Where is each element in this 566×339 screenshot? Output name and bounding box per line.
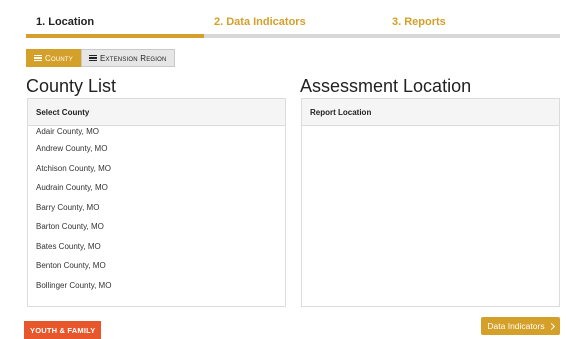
data-indicators-button-label: Data Indicators	[487, 321, 545, 331]
county-toggle-label: County	[45, 53, 73, 63]
county-list-item[interactable]: Adair County, MO	[28, 126, 285, 139]
youth-family-badge[interactable]: YOUTH & FAMILY	[24, 321, 102, 339]
extension-region-toggle-button[interactable]: Extension Region	[80, 49, 175, 67]
county-list-item[interactable]: Andrew County, MO	[28, 139, 285, 159]
select-county-header: Select County	[28, 99, 285, 126]
county-list-panel: Select County Adair County, MO Andrew Cou…	[27, 98, 286, 307]
report-location-panel: Report Location	[301, 98, 560, 307]
county-list-item[interactable]: Bollinger County, MO	[28, 276, 285, 296]
county-list-title: County List	[26, 76, 117, 96]
step-progress: 1. Location 2. Data Indicators 3. Report…	[26, 0, 560, 40]
progress-fill	[26, 34, 205, 38]
extension-region-toggle-label: Extension Region	[99, 53, 167, 63]
data-indicators-button[interactable]: Data Indicators	[481, 317, 560, 335]
county-list-item[interactable]: Audrain County, MO	[28, 178, 285, 198]
county-toggle-button[interactable]: County	[26, 49, 81, 67]
location-type-toggle: County Extension Region	[26, 49, 175, 67]
progress-track	[26, 34, 560, 38]
county-list-item[interactable]: Barry County, MO	[28, 198, 285, 218]
list-icon	[88, 54, 97, 62]
county-list-item[interactable]: Bates County, MO	[28, 237, 285, 257]
county-list: Adair County, MO Andrew County, MO Atchiso…	[28, 126, 285, 295]
list-icon	[34, 54, 42, 62]
step-location[interactable]: 1. Location	[36, 16, 94, 28]
report-location-header: Report Location	[302, 99, 559, 126]
assessment-location-title: Assessment Location	[300, 76, 472, 96]
county-list-item[interactable]: Benton County, MO	[28, 256, 285, 276]
step-reports[interactable]: 3. Reports	[392, 16, 446, 28]
county-list-item[interactable]: Barton County, MO	[28, 217, 285, 237]
county-list-item[interactable]: Atchison County, MO	[28, 159, 285, 179]
step-data-indicators[interactable]: 2. Data Indicators	[214, 16, 306, 28]
chevron-right-icon	[547, 322, 555, 330]
